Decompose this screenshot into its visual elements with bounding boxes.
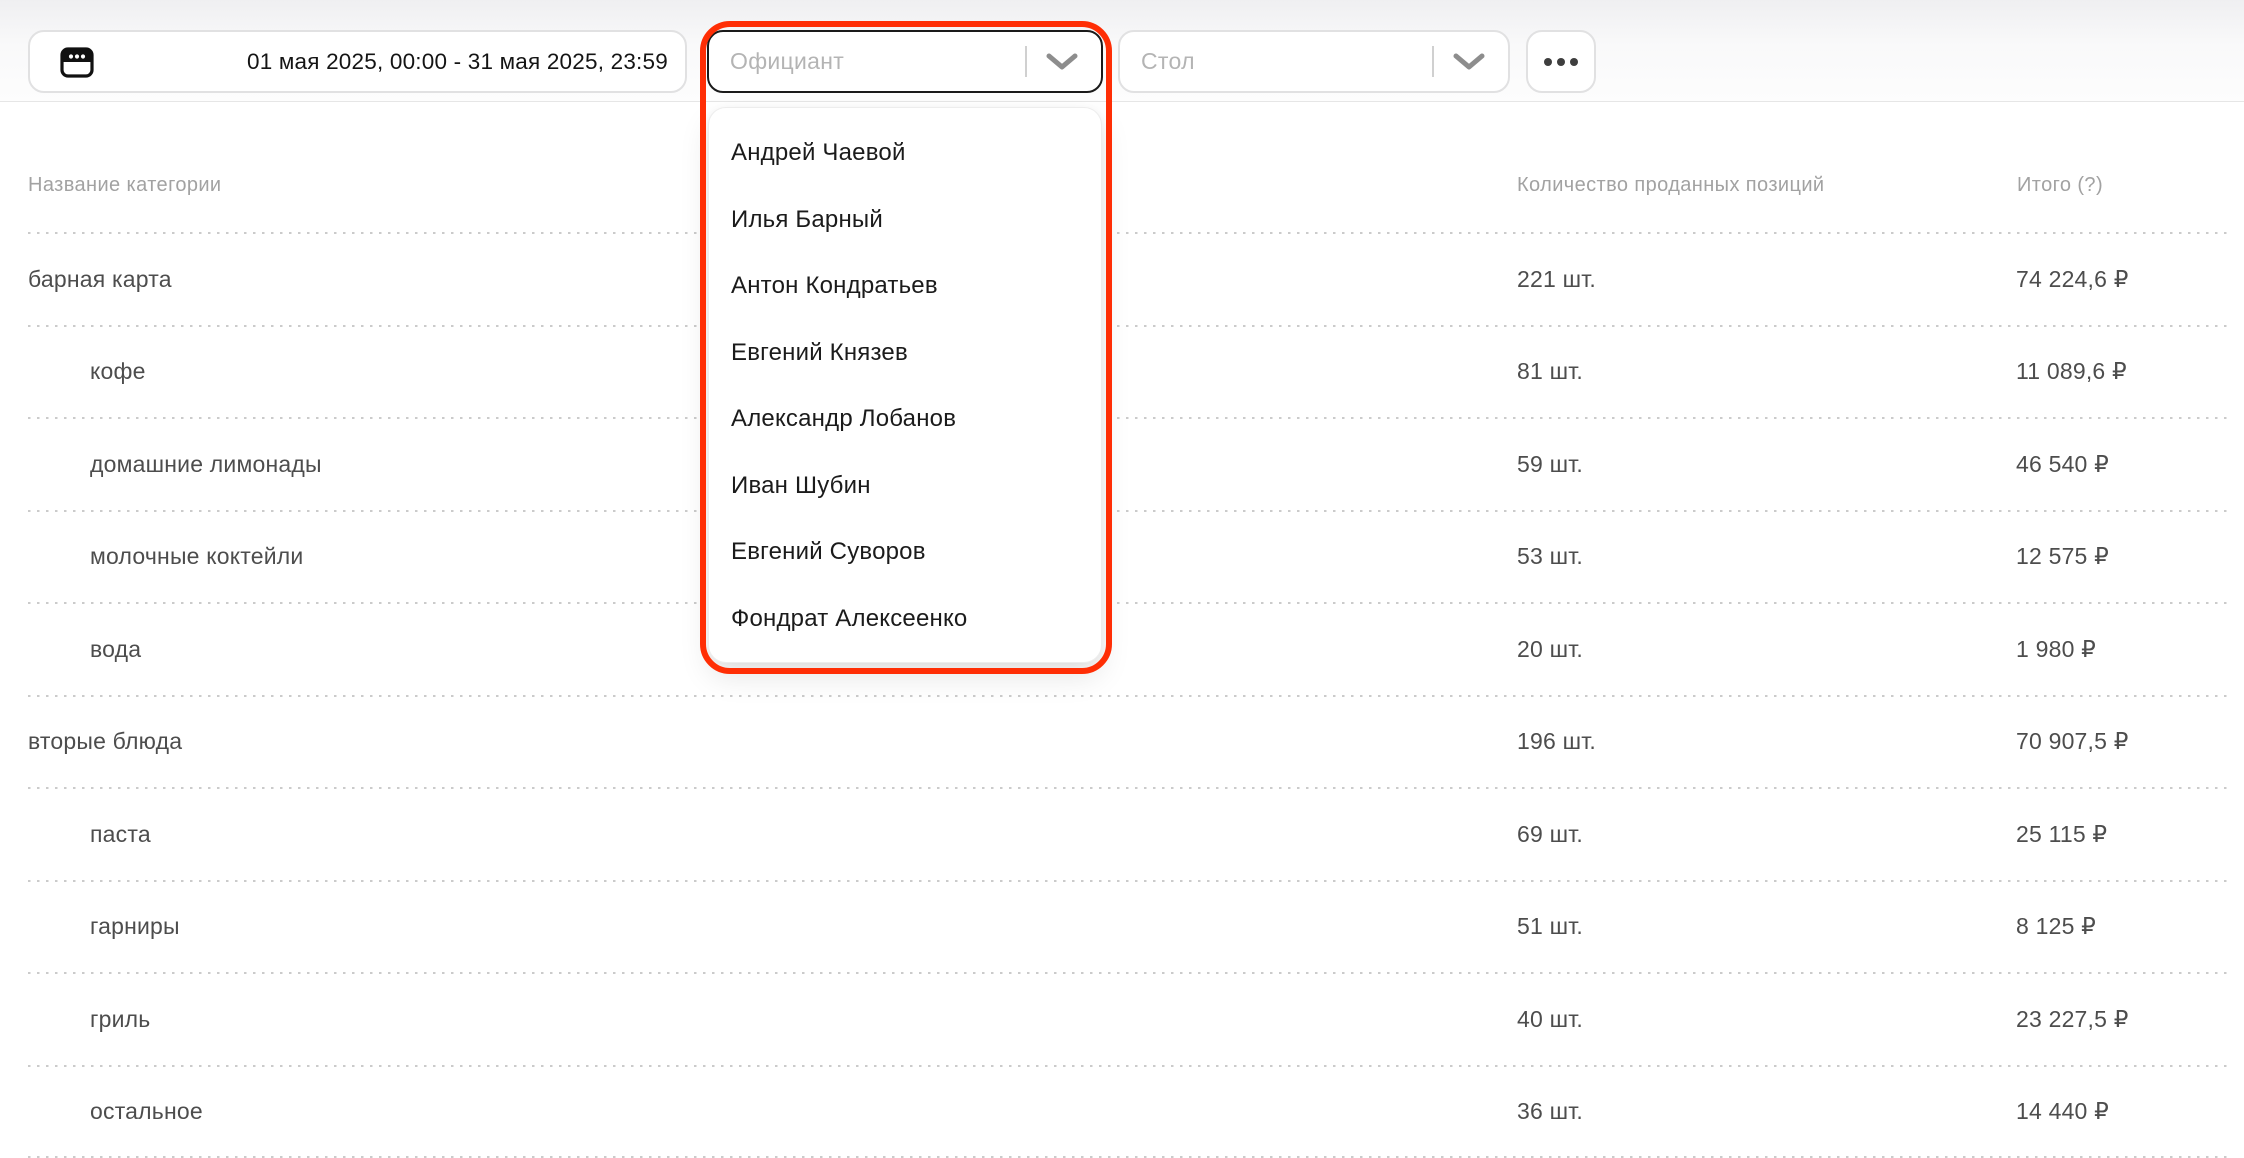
waiter-dropdown-menu: Андрей ЧаевойИлья БарныйАнтон Кондратьев… [708, 107, 1102, 663]
table-select[interactable]: Стол [1118, 30, 1510, 93]
total-value: 74 224,6 ₽ [2016, 233, 2129, 326]
quantity-value: 53 шт. [1517, 511, 1583, 604]
total-value: 25 115 ₽ [2016, 788, 2107, 881]
quantity-value: 81 шт. [1517, 326, 1583, 419]
table-row[interactable]: барная карта 221 шт. 74 224,6 ₽ [0, 233, 2244, 326]
waiter-select-placeholder: Официант [730, 32, 844, 91]
total-value: 12 575 ₽ [2016, 511, 2109, 604]
waiter-option[interactable]: Евгений Князев [709, 320, 1101, 387]
table-row[interactable]: кофе 81 шт. 11 089,6 ₽ [0, 326, 2244, 419]
waiter-option[interactable]: Александр Лобанов [709, 386, 1101, 453]
waiter-option[interactable]: Фондрат Алексеенко [709, 586, 1101, 653]
date-range-button[interactable]: 01 мая 2025, 00:00 - 31 мая 2025, 23:59 [28, 30, 687, 93]
waiter-option[interactable]: Андрей Чаевой [709, 120, 1101, 187]
more-filters-button[interactable] [1526, 30, 1596, 93]
table-row[interactable]: гарниры 51 шт. 8 125 ₽ [0, 881, 2244, 974]
category-name: молочные коктейли [90, 543, 303, 570]
date-range-label: 01 мая 2025, 00:00 - 31 мая 2025, 23:59 [247, 32, 668, 91]
category-name: кофе [90, 358, 146, 385]
table-row[interactable]: вторые блюда 196 шт. 70 907,5 ₽ [0, 696, 2244, 789]
category-name: паста [90, 821, 151, 848]
category-name: гриль [90, 1006, 150, 1033]
table-row[interactable]: паста 69 шт. 25 115 ₽ [0, 788, 2244, 881]
filter-bar: 01 мая 2025, 00:00 - 31 мая 2025, 23:59 … [0, 0, 2244, 102]
chevron-down-icon[interactable] [1046, 53, 1078, 71]
select-divider [1025, 46, 1027, 77]
column-header-category: Название категории [28, 174, 222, 197]
quantity-value: 69 шт. [1517, 788, 1583, 881]
category-name: барная карта [28, 266, 172, 293]
select-divider [1432, 46, 1434, 77]
column-header-total[interactable]: Итого (?) [2017, 174, 2103, 197]
total-value: 8 125 ₽ [2016, 881, 2096, 974]
table-row[interactable]: молочные коктейли 53 шт. 12 575 ₽ [0, 511, 2244, 604]
column-header-quantity: Количество проданных позиций [1517, 174, 1824, 197]
quantity-value: 40 шт. [1517, 973, 1583, 1066]
total-value: 14 440 ₽ [2016, 1066, 2109, 1158]
chevron-down-icon[interactable] [1453, 53, 1485, 71]
table-row[interactable]: остальное 36 шт. 14 440 ₽ [0, 1066, 2244, 1158]
quantity-value: 36 шт. [1517, 1066, 1583, 1158]
calendar-icon [60, 45, 94, 79]
quantity-value: 221 шт. [1517, 233, 1596, 326]
category-name: вторые блюда [28, 728, 182, 755]
waiter-option[interactable]: Илья Барный [709, 187, 1101, 254]
total-value: 70 907,5 ₽ [2016, 696, 2129, 789]
category-name: домашние лимонады [90, 451, 322, 478]
ellipsis-icon [1544, 58, 1578, 66]
quantity-value: 196 шт. [1517, 696, 1596, 789]
sales-report-screen: 01 мая 2025, 00:00 - 31 мая 2025, 23:59 … [0, 0, 2244, 1158]
quantity-value: 59 шт. [1517, 418, 1583, 511]
total-value: 46 540 ₽ [2016, 418, 2109, 511]
waiter-select[interactable]: Официант [707, 30, 1103, 93]
category-name: вода [90, 636, 141, 663]
category-name: остальное [90, 1098, 203, 1125]
total-value: 11 089,6 ₽ [2016, 326, 2127, 419]
category-sales-table: барная карта 221 шт. 74 224,6 ₽ кофе 81 … [0, 233, 2244, 1158]
table-row[interactable]: гриль 40 шт. 23 227,5 ₽ [0, 973, 2244, 1066]
total-value: 23 227,5 ₽ [2016, 973, 2129, 1066]
total-value: 1 980 ₽ [2016, 603, 2096, 696]
table-row[interactable]: домашние лимонады 59 шт. 46 540 ₽ [0, 418, 2244, 511]
quantity-value: 51 шт. [1517, 881, 1583, 974]
table-row[interactable]: вода 20 шт. 1 980 ₽ [0, 603, 2244, 696]
waiter-option[interactable]: Евгений Суворов [709, 519, 1101, 586]
category-name: гарниры [90, 913, 180, 940]
waiter-option[interactable]: Иван Шубин [709, 453, 1101, 520]
table-select-placeholder: Стол [1141, 32, 1195, 91]
quantity-value: 20 шт. [1517, 603, 1583, 696]
waiter-option[interactable]: Антон Кондратьев [709, 253, 1101, 320]
